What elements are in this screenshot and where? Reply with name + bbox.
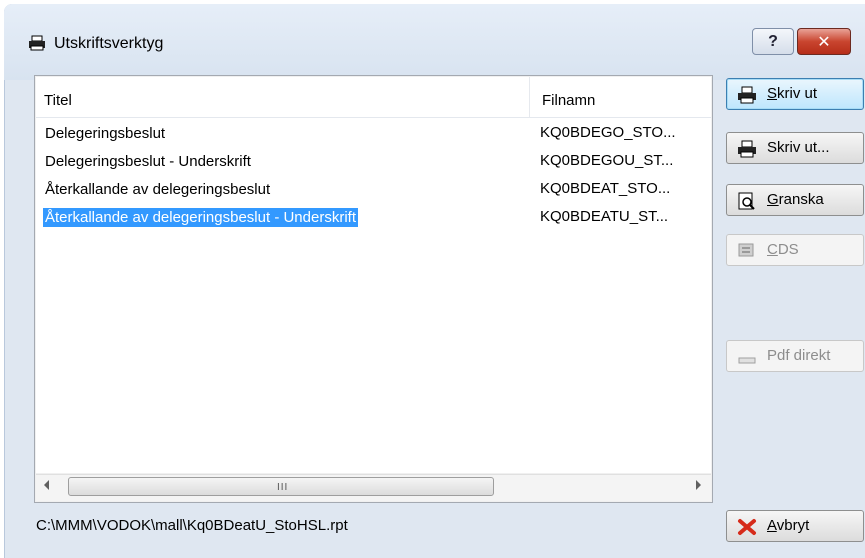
red-x-icon: [738, 519, 756, 535]
magnifier-document-icon: [738, 192, 755, 210]
print-label: kriv ut: [777, 85, 818, 102]
row-title: Återkallande av delegeringsbeslut - Unde…: [43, 208, 358, 227]
scrollbar-grip: III: [277, 482, 289, 493]
cds-icon: [738, 243, 754, 257]
row-filename: KQ0BDEGOU_ST...: [540, 152, 674, 169]
printer-icon: [29, 35, 45, 51]
scroll-right-arrow-icon[interactable]: [696, 480, 701, 490]
horizontal-scrollbar[interactable]: III: [36, 474, 711, 501]
row-filename: KQ0BDEGO_STO...: [540, 124, 676, 141]
print-button[interactable]: Skriv ut: [726, 78, 864, 110]
printer-icon: [738, 140, 756, 158]
pdf-direct-button[interactable]: Pdf direkt: [726, 340, 864, 372]
column-header-filename[interactable]: Filnamn: [542, 92, 595, 109]
title-bar: Utskriftsverktyg ? ✕: [4, 4, 865, 80]
list-row[interactable]: Delegeringsbeslut - Underskrift KQ0BDEGO…: [36, 149, 711, 175]
cds-label: DS: [777, 241, 799, 258]
scroll-left-arrow-icon[interactable]: [44, 480, 49, 490]
dialog-window: Utskriftsverktyg ? ✕ Titel Filnamn Deleg…: [4, 4, 865, 558]
window-title: Utskriftsverktyg: [54, 35, 164, 52]
close-button[interactable]: ✕: [797, 28, 851, 55]
print-dialog-button[interactable]: Skriv ut...: [726, 132, 864, 164]
row-filename: KQ0BDEATU_ST...: [540, 208, 669, 225]
row-title: Återkallande av delegeringsbeslut: [45, 181, 271, 198]
preview-button[interactable]: Granska: [726, 184, 864, 216]
report-list[interactable]: Titel Filnamn Delegeringsbeslut KQ0BDEGO…: [36, 77, 711, 473]
list-header: Titel Filnamn: [36, 77, 711, 118]
row-title: Delegeringsbeslut: [45, 125, 166, 142]
print-mnemonic: S: [767, 85, 778, 102]
cancel-button[interactable]: Avbryt: [726, 510, 864, 542]
column-divider[interactable]: [529, 77, 530, 117]
column-header-title[interactable]: Titel: [44, 92, 72, 109]
scrollbar-thumb[interactable]: III: [68, 477, 494, 496]
row-filename: KQ0BDEAT_STO...: [540, 180, 671, 197]
cancel-mnemonic: A: [767, 517, 777, 534]
preview-label: ranska: [778, 191, 824, 208]
help-button[interactable]: ?: [752, 28, 794, 55]
pdf-icon: [738, 357, 756, 364]
cancel-label: vbryt: [776, 517, 810, 534]
pdf-direct-label: Pdf direkt: [767, 347, 831, 364]
list-row[interactable]: Delegeringsbeslut KQ0BDEGO_STO...: [36, 121, 711, 147]
cds-button[interactable]: CDS: [726, 234, 864, 266]
printer-icon: [738, 86, 756, 104]
row-title: Delegeringsbeslut - Underskrift: [45, 153, 251, 170]
preview-mnemonic: G: [767, 191, 779, 208]
list-row[interactable]: Återkallande av delegeringsbeslut KQ0BDE…: [36, 177, 711, 203]
report-file-path: C:\MMM\VODOK\mall\Kq0BDeatU_StoHSL.rpt: [36, 517, 348, 534]
cds-mnemonic: C: [767, 241, 778, 258]
list-row-selected[interactable]: Återkallande av delegeringsbeslut - Unde…: [36, 205, 711, 231]
print-dialog-label: Skriv ut...: [767, 139, 830, 156]
report-list-panel: Titel Filnamn Delegeringsbeslut KQ0BDEGO…: [34, 75, 713, 503]
